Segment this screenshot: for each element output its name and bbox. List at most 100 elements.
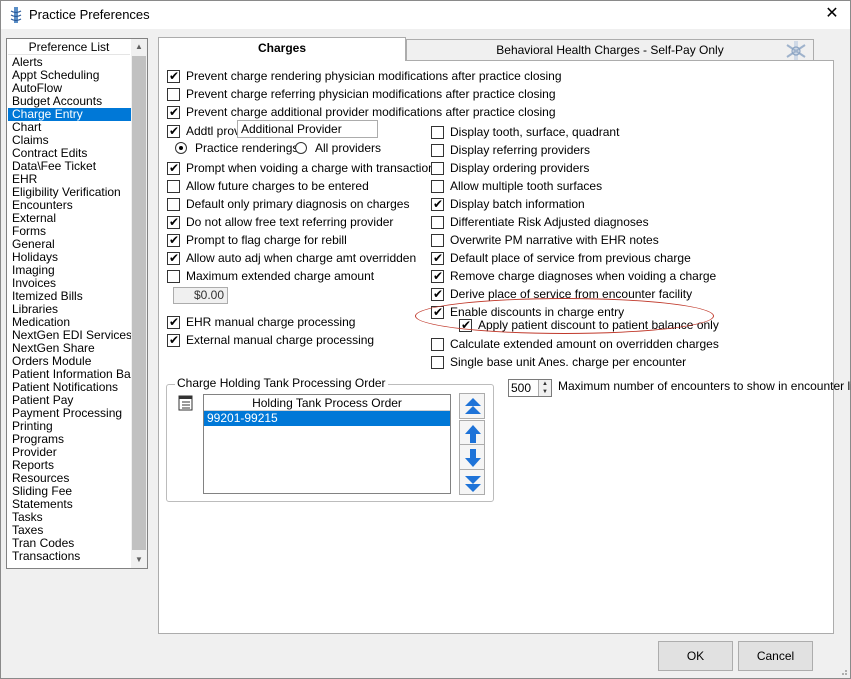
close-button[interactable]: ✕ [820, 3, 844, 25]
checkbox[interactable] [431, 304, 444, 320]
scroll-thumb[interactable] [132, 56, 146, 550]
checkbox[interactable] [459, 317, 472, 333]
app-icon [10, 7, 22, 23]
right-option[interactable]: Display tooth, surface, quadrant [431, 124, 619, 140]
right-option[interactable]: Single base unit Anes. charge per encoun… [431, 354, 686, 370]
ok-button[interactable]: OK [658, 641, 733, 671]
spin-down-icon[interactable]: ▼ [539, 388, 551, 396]
checkbox-label: Prompt to flag charge for rebill [186, 233, 347, 247]
holding-tank-list-header: Holding Tank Process Order [204, 395, 450, 411]
checkbox[interactable] [167, 160, 180, 176]
move-bottom-button[interactable] [459, 469, 485, 495]
tab-behavioral-health-label: Behavioral Health Charges - Self-Pay Onl… [496, 43, 724, 57]
right-option[interactable]: Overwrite PM narrative with EHR notes [431, 232, 659, 248]
checkbox-label: Allow future charges to be entered [186, 179, 369, 193]
checkbox[interactable] [167, 269, 180, 283]
right-option[interactable]: Default place of service from previous c… [431, 250, 691, 266]
checkbox[interactable] [167, 123, 180, 139]
tab-behavioral-health[interactable]: Behavioral Health Charges - Self-Pay Onl… [406, 39, 814, 61]
checkbox-label: Prompt when voiding a charge with transa… [186, 161, 441, 175]
option-prevent-additional[interactable]: Prevent charge additional provider modif… [167, 104, 556, 120]
checkbox-label: Prevent charge rendering physician modif… [186, 69, 562, 83]
checkbox[interactable] [431, 215, 444, 229]
holding-tank-group-title: Charge Holding Tank Processing Order [175, 376, 388, 390]
left-option[interactable]: Prompt to flag charge for rebill [167, 232, 347, 248]
checkbox-label: Prevent charge additional provider modif… [186, 105, 556, 119]
radio-practice-renderings[interactable]: Practice renderings [175, 140, 298, 156]
right-option[interactable]: Allow multiple tooth surfaces [431, 178, 602, 194]
right-option[interactable]: Remove charge diagnoses when voiding a c… [431, 268, 716, 284]
checkbox[interactable] [167, 314, 180, 330]
right-option[interactable]: Differentiate Risk Adjusted diagnoses [431, 214, 649, 230]
checkbox[interactable] [431, 233, 444, 247]
checkbox[interactable] [167, 87, 180, 101]
checkbox-label: Display batch information [450, 197, 585, 211]
holding-tank-row[interactable]: 99201-99215 [204, 411, 450, 426]
checkbox[interactable] [431, 125, 444, 139]
right-option[interactable]: Display batch information [431, 196, 585, 212]
right-option[interactable]: Display referring providers [431, 142, 590, 158]
checkbox-label: Apply patient discount to patient balanc… [478, 318, 719, 332]
list-document-icon[interactable] [178, 395, 194, 411]
spin-up-icon[interactable]: ▲ [539, 380, 551, 388]
left-option[interactable]: Maximum extended charge amount [167, 268, 374, 284]
preference-list[interactable]: Preference List Alerts Appt Scheduling Aut… [6, 38, 148, 569]
checkbox-label: Remove charge diagnoses when voiding a c… [450, 269, 717, 283]
checkbox[interactable] [431, 196, 444, 212]
radio-label: Practice renderings [195, 141, 299, 155]
checkbox[interactable] [431, 337, 444, 351]
option-apply-patient-discount[interactable]: Apply patient discount to patient balanc… [459, 317, 719, 333]
resize-grip-icon[interactable] [838, 666, 848, 676]
checkbox-label: Display referring providers [450, 143, 591, 157]
checkbox[interactable] [431, 286, 444, 302]
preference-list-item[interactable]: Transactions [8, 550, 132, 563]
left-option[interactable]: Default only primary diagnosis on charge… [167, 196, 409, 212]
spinner-buttons[interactable]: ▲ ▼ [538, 380, 551, 396]
move-top-button[interactable] [459, 393, 485, 419]
checkbox[interactable] [431, 161, 444, 175]
move-down-button[interactable] [459, 444, 485, 470]
right-option[interactable]: Derive place of service from encounter f… [431, 286, 692, 302]
checkbox[interactable] [167, 250, 180, 266]
left-option[interactable]: External manual charge processing [167, 332, 374, 348]
left-option[interactable]: Allow auto adj when charge amt overridde… [167, 250, 416, 266]
right-option[interactable]: Calculate extended amount on overridden … [431, 336, 719, 352]
checkbox[interactable] [167, 197, 180, 211]
option-prevent-rendering[interactable]: Prevent charge rendering physician modif… [167, 68, 562, 84]
checkbox-label: Display ordering providers [450, 161, 590, 175]
checkbox[interactable] [431, 143, 444, 157]
checkbox[interactable] [167, 68, 180, 84]
radio-label: All providers [315, 141, 382, 155]
checkbox[interactable] [431, 179, 444, 193]
medical-caduceus-icon [786, 41, 806, 61]
option-addtl-prov[interactable]: Addtl prov [167, 123, 240, 139]
right-option[interactable]: Display ordering providers [431, 160, 589, 176]
tab-charges[interactable]: Charges [158, 37, 406, 61]
scroll-down-icon[interactable]: ▼ [131, 552, 147, 568]
holding-tank-list[interactable]: Holding Tank Process Order 99201-99215 [203, 394, 451, 494]
checkbox[interactable] [431, 355, 444, 369]
checkbox[interactable] [167, 104, 180, 120]
left-option[interactable]: Allow future charges to be entered [167, 178, 369, 194]
checkbox-label: Default only primary diagnosis on charge… [186, 197, 410, 211]
checkbox[interactable] [431, 268, 444, 284]
move-up-button[interactable] [459, 420, 485, 446]
checkbox[interactable] [167, 214, 180, 230]
checkbox[interactable] [431, 250, 444, 266]
max-extended-amount-field[interactable]: $0.00 [173, 287, 228, 304]
checkbox[interactable] [167, 179, 180, 193]
checkbox[interactable] [167, 232, 180, 248]
radio-all-providers[interactable]: All providers [295, 140, 381, 156]
cancel-button[interactable]: Cancel [738, 641, 813, 671]
radio-button[interactable] [175, 142, 187, 154]
left-option[interactable]: EHR manual charge processing [167, 314, 355, 330]
option-prevent-referring[interactable]: Prevent charge referring physician modif… [167, 86, 556, 102]
left-option[interactable]: Prompt when voiding a charge with transa… [167, 160, 441, 176]
radio-button[interactable] [295, 142, 307, 154]
max-encounters-spinner[interactable]: 500 ▲ ▼ [508, 379, 552, 397]
left-option[interactable]: Do not allow free text referring provide… [167, 214, 393, 230]
preference-list-scrollbar[interactable]: ▲ ▼ [131, 39, 147, 568]
additional-provider-input[interactable] [237, 120, 378, 138]
checkbox[interactable] [167, 332, 180, 348]
scroll-up-icon[interactable]: ▲ [131, 39, 147, 55]
